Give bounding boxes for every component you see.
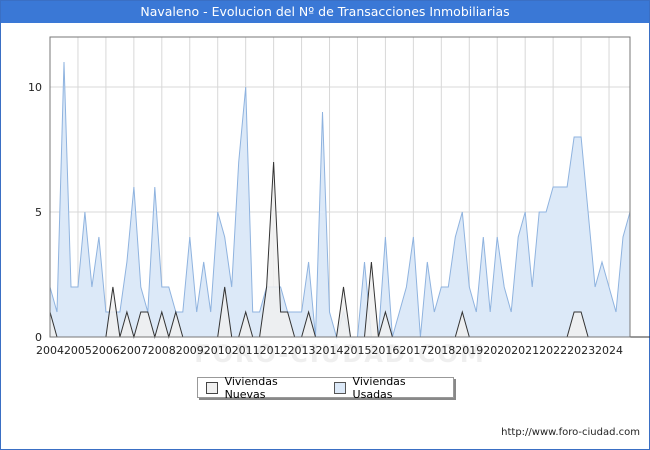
footer-url: http://www.foro-ciudad.com	[501, 427, 640, 438]
y-tick-label-0: 0	[35, 331, 42, 344]
x-axis-ticks: 2004 2005 2006 2007 2008 2009 2010 2011 2012 2013…	[36, 344, 623, 357]
x-tick-label-2011: 2011	[232, 344, 260, 357]
y-axis-ticks: 0 5 10	[28, 81, 42, 344]
legend-swatch-nuevas	[206, 381, 218, 394]
x-tick-label-2017: 2017	[399, 344, 427, 357]
y-tick-label-10: 10	[28, 81, 42, 94]
legend-item-nuevas: Viviendas Nuevas	[206, 375, 318, 401]
x-tick-label-2005: 2005	[64, 344, 92, 357]
x-tick-label-2019: 2019	[455, 344, 483, 357]
series-area-usadas	[50, 62, 630, 337]
series-areas	[49, 61, 650, 339]
x-tick-label-2018: 2018	[427, 344, 455, 357]
x-tick-label-2008: 2008	[148, 344, 176, 357]
x-tick-label-2015: 2015	[343, 344, 371, 357]
x-tick-label-2023: 2023	[567, 344, 595, 357]
legend-label-nuevas: Viviendas Nuevas	[224, 374, 278, 401]
y-tick-label-5: 5	[35, 206, 42, 219]
x-tick-label-2014: 2014	[316, 344, 344, 357]
legend-swatch-usadas	[333, 381, 346, 394]
legend-item-usadas: Viviendas Usadas	[333, 374, 445, 401]
x-tick-label-2009: 2009	[176, 344, 204, 357]
x-tick-label-2012: 2012	[260, 344, 288, 357]
x-tick-label-2006: 2006	[92, 344, 120, 357]
x-tick-label-2020: 2020	[483, 344, 511, 357]
x-tick-label-2013: 2013	[288, 344, 316, 357]
legend-label-usadas: Viviendas Usadas	[352, 374, 406, 401]
legend: Viviendas Nuevas Viviendas Usadas	[197, 374, 454, 401]
x-tick-label-2016: 2016	[371, 344, 399, 357]
x-tick-label-2021: 2021	[511, 344, 539, 357]
x-tick-label-2010: 2010	[204, 344, 232, 357]
x-tick-label-2004: 2004	[36, 344, 64, 357]
x-tick-label-2024: 2024	[595, 344, 623, 357]
x-tick-label-2022: 2022	[539, 344, 567, 357]
x-tick-label-2007: 2007	[120, 344, 148, 357]
